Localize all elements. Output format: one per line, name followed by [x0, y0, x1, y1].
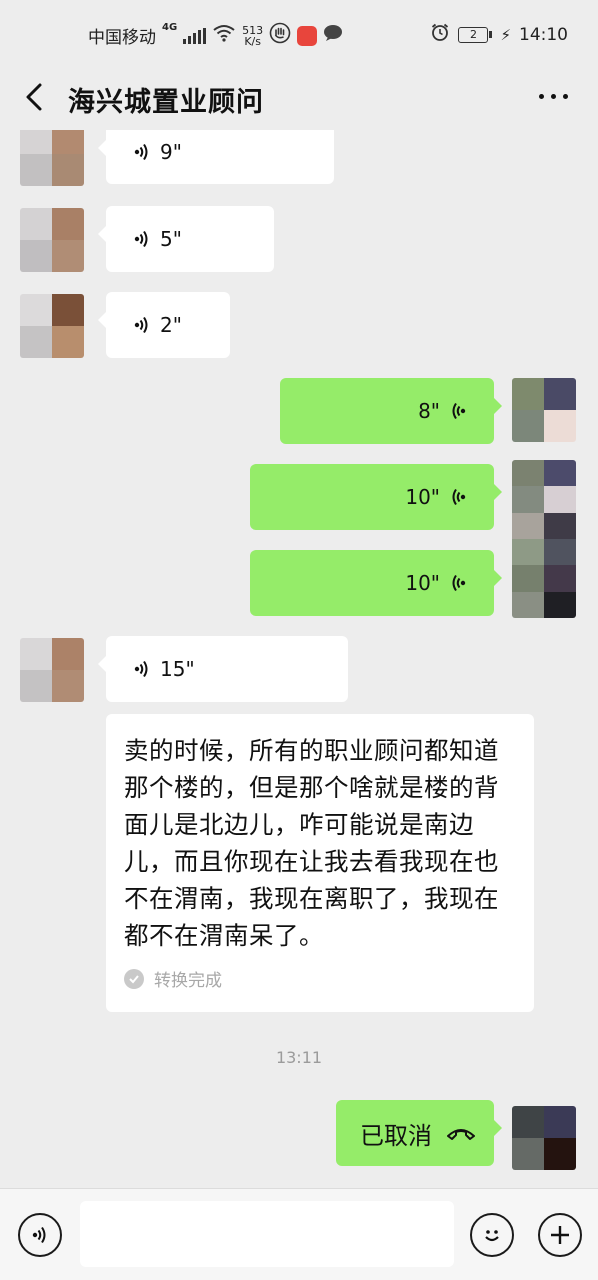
voice-message[interactable]: 10" [250, 550, 502, 616]
clock-time: 14:10 [519, 24, 568, 45]
wifi-icon [212, 24, 236, 47]
network-speed: 513 K/s [242, 25, 263, 47]
voice-wave-icon [452, 402, 466, 420]
alarm-icon [430, 22, 450, 47]
voice-duration: 10" [405, 485, 440, 509]
voice-wave-icon [134, 230, 148, 248]
voice-duration: 10" [405, 571, 440, 595]
voice-message[interactable]: 15" [98, 636, 348, 702]
voice-message[interactable]: 8" [280, 378, 502, 444]
voice-wave-icon [452, 574, 466, 592]
message-input[interactable] [80, 1201, 454, 1267]
battery-icon: 2 [458, 26, 493, 43]
status-bar: 中国移动 4G 513 K/s 2 ⚡ 14:10 [0, 0, 598, 66]
message-timestamp: 13:11 [275, 1048, 323, 1067]
voice-duration: 5" [160, 227, 182, 251]
carrier-name: 中国移动 [88, 28, 156, 48]
voice-wave-icon [452, 488, 466, 506]
voice-duration: 9" [160, 140, 182, 164]
network-type: 4G [162, 22, 178, 33]
chat-notification-icon [323, 24, 343, 47]
hand-notification-icon [269, 22, 291, 49]
phone-hangup-icon [447, 1129, 475, 1140]
sim-badge: 2 [458, 26, 489, 43]
transcript-status-label: 转换完成 [154, 971, 222, 991]
transcript-status: 转换完成 [124, 966, 518, 991]
voice-message[interactable]: 2" [98, 292, 230, 358]
voice-message[interactable]: 5" [98, 206, 274, 272]
message-list[interactable]: 9" 5" 2" 8" 10" 10" 15" 卖的时候，所有的职业顾问都知道那… [0, 130, 598, 1188]
voice-message[interactable]: 9" [98, 130, 334, 184]
avatar[interactable] [20, 208, 84, 272]
voice-duration: 2" [160, 313, 182, 337]
more-dots-icon[interactable] [539, 94, 568, 99]
voice-message[interactable]: 10" [250, 464, 502, 530]
network-speed-unit: K/s [244, 34, 261, 48]
avatar[interactable] [20, 294, 84, 358]
avatar[interactable] [512, 378, 576, 442]
call-status-text: 已取消 [360, 1121, 432, 1150]
voice-transcript[interactable]: 卖的时候，所有的职业顾问都知道那个楼的，但是那个啥就是楼的背面儿是北边儿，咋可能… [106, 714, 534, 1012]
voice-wave-icon [134, 143, 148, 161]
transcript-text: 卖的时候，所有的职业顾问都知道那个楼的，但是那个啥就是楼的背面儿是北边儿，咋可能… [124, 736, 499, 950]
signal-icon [183, 27, 207, 44]
voice-duration: 8" [418, 399, 440, 423]
voice-duration: 15" [160, 657, 195, 681]
avatar[interactable] [512, 460, 576, 618]
avatar[interactable] [512, 1106, 576, 1170]
plus-icon[interactable] [538, 1213, 582, 1257]
app-notification-icon [297, 25, 318, 46]
avatar[interactable] [20, 638, 84, 702]
charging-icon: ⚡ [500, 25, 511, 44]
check-circle-icon [124, 968, 144, 989]
voice-wave-icon [134, 660, 148, 678]
avatar[interactable] [20, 130, 84, 186]
chat-header: 海兴城置业顾问 [0, 66, 598, 130]
input-bar [0, 1188, 598, 1280]
voice-input-icon[interactable] [18, 1213, 62, 1257]
call-message[interactable]: 已取消 [336, 1100, 502, 1166]
voice-wave-icon [134, 316, 148, 334]
emoji-icon[interactable] [470, 1213, 514, 1257]
chevron-left-icon[interactable] [20, 80, 52, 114]
chat-title: 海兴城置业顾问 [68, 87, 264, 118]
